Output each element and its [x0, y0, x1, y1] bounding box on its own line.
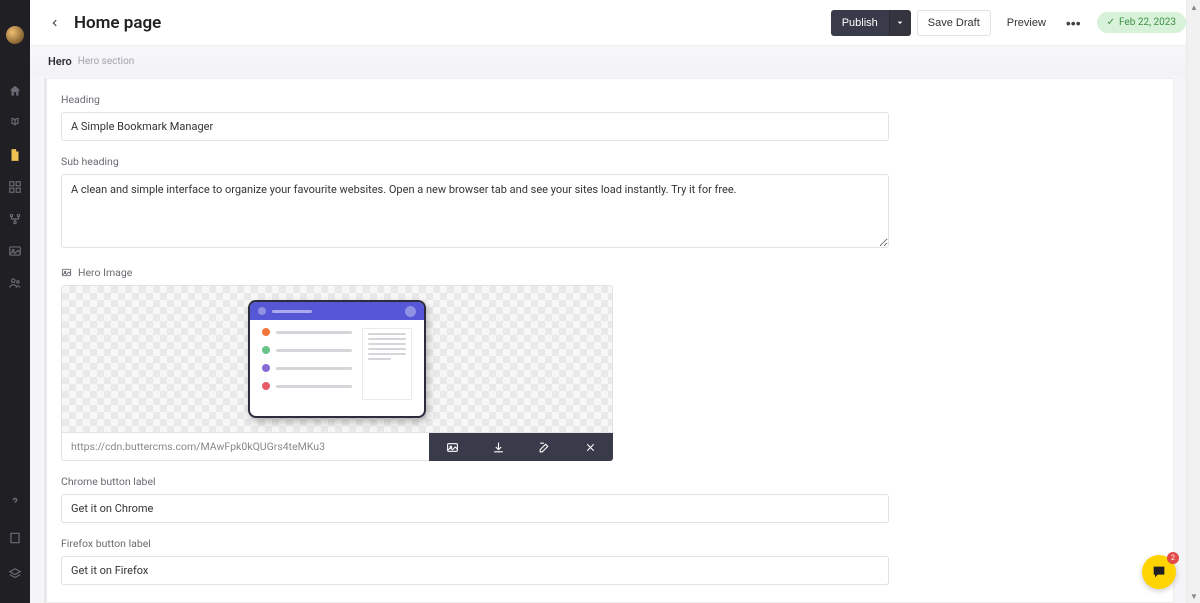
image-library-button[interactable] — [429, 433, 475, 461]
main: Home page Publish Save Draft Preview •••… — [30, 0, 1200, 603]
help-icon — [8, 495, 22, 509]
home-icon — [8, 84, 22, 98]
chat-icon — [1151, 564, 1167, 580]
sidebar — [0, 0, 30, 603]
publish-button[interactable]: Publish — [831, 10, 889, 36]
relations-icon — [8, 212, 22, 226]
chevron-left-icon — [50, 18, 60, 28]
close-icon — [584, 441, 597, 454]
chrome-label: Chrome button label — [61, 475, 1159, 488]
hero-image-label: Hero Image — [61, 266, 1159, 279]
layers-icon — [8, 567, 22, 581]
status-badge: Feb 22, 2023 — [1097, 12, 1186, 33]
more-button[interactable]: ••• — [1062, 9, 1085, 37]
subheading-label: Sub heading — [61, 155, 1159, 168]
chevron-down-icon — [896, 19, 904, 27]
chrome-input[interactable] — [61, 494, 889, 523]
topbar: Home page Publish Save Draft Preview •••… — [30, 0, 1200, 46]
firefox-input[interactable] — [61, 556, 889, 585]
image-download-button[interactable] — [475, 433, 521, 461]
users-icon — [8, 276, 22, 290]
avatar[interactable] — [6, 26, 24, 44]
save-draft-button[interactable]: Save Draft — [917, 10, 991, 36]
status-date: Feb 22, 2023 — [1119, 17, 1176, 28]
field-heading: Heading — [61, 93, 1159, 141]
sidebar-bottom — [8, 495, 22, 603]
collections-icon — [8, 180, 22, 194]
media-icon — [8, 244, 22, 258]
pages-icon — [8, 148, 22, 162]
hero-image-url-row — [61, 433, 613, 461]
chat-badge: 2 — [1167, 552, 1179, 564]
sidebar-home[interactable] — [8, 84, 22, 98]
hero-image-content — [248, 300, 426, 418]
sidebar-collections[interactable] — [8, 180, 22, 194]
back-button[interactable] — [44, 12, 66, 34]
image-edit-button[interactable] — [521, 433, 567, 461]
publish-dropdown[interactable] — [889, 10, 911, 36]
sidebar-nav — [8, 84, 22, 495]
breadcrumb-sub: Hero section — [78, 56, 135, 67]
field-chrome-label: Chrome button label — [61, 475, 1159, 523]
scroll-down-button[interactable]: ▼ — [1187, 589, 1200, 603]
blog-icon — [8, 116, 22, 130]
hero-image-url[interactable] — [61, 433, 429, 461]
download-icon — [492, 441, 505, 454]
field-hero-image: Hero Image — [61, 266, 1159, 461]
sidebar-relations[interactable] — [8, 212, 22, 226]
field-subheading: Sub heading — [61, 155, 1159, 252]
breadcrumb-main: Hero — [48, 55, 72, 68]
preview-button[interactable]: Preview — [997, 11, 1056, 35]
field-firefox-label: Firefox button label — [61, 537, 1159, 585]
hero-image-preview[interactable] — [61, 285, 613, 433]
topbar-actions: Publish Save Draft Preview ••• Feb 22, 2… — [831, 9, 1186, 37]
sidebar-pages[interactable] — [8, 148, 22, 162]
chat-widget[interactable]: 2 — [1142, 555, 1176, 589]
breadcrumb: Hero Hero section — [30, 46, 1200, 76]
sidebar-media[interactable] — [8, 244, 22, 258]
docs-icon — [8, 531, 22, 545]
image-remove-button[interactable] — [567, 433, 613, 461]
sidebar-docs[interactable] — [8, 531, 22, 545]
heading-label: Heading — [61, 93, 1159, 106]
scrollbar[interactable]: ▲ ▼ — [1186, 0, 1200, 603]
edit-icon — [538, 441, 551, 454]
subheading-input[interactable] — [61, 174, 889, 248]
sidebar-blog[interactable] — [8, 116, 22, 130]
content-panel: Heading Sub heading Hero Image — [44, 78, 1174, 603]
sidebar-help[interactable] — [8, 495, 22, 509]
image-icon — [61, 267, 72, 278]
heading-input[interactable] — [61, 112, 889, 141]
sidebar-users[interactable] — [8, 276, 22, 290]
page-title: Home page — [74, 13, 161, 33]
image-library-icon — [446, 441, 459, 454]
scroll-up-button[interactable]: ▲ — [1187, 0, 1200, 14]
sidebar-layers[interactable] — [8, 567, 22, 581]
firefox-label: Firefox button label — [61, 537, 1159, 550]
